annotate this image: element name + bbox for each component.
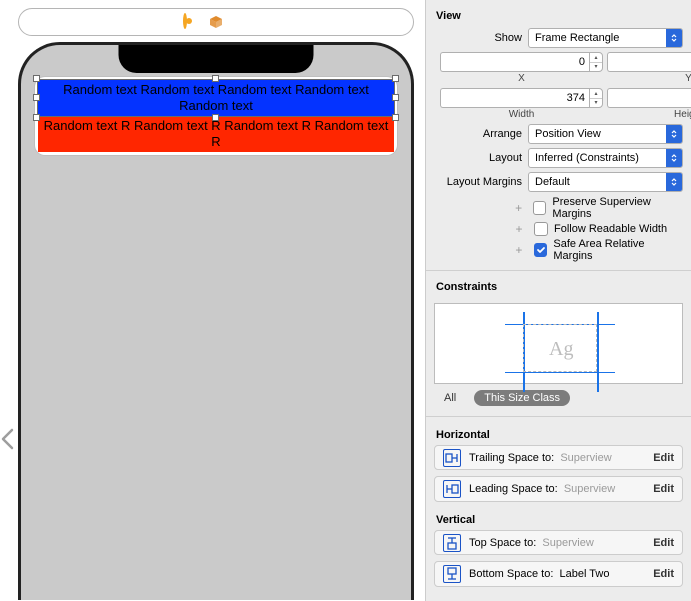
scene-title-bar[interactable] bbox=[18, 8, 414, 36]
layout-value: Inferred (Constraints) bbox=[535, 152, 639, 164]
layout-popup[interactable]: Inferred (Constraints) bbox=[528, 148, 683, 168]
margins-label: Layout Margins bbox=[434, 176, 528, 188]
width-field[interactable] bbox=[440, 88, 589, 108]
label-one[interactable]: Random text Random text Random text Rand… bbox=[38, 80, 394, 116]
margins-value: Default bbox=[535, 176, 570, 188]
constraint-target: Superview bbox=[560, 452, 611, 464]
constraint-label: Leading Space to: bbox=[469, 483, 558, 495]
add-trait-icon[interactable]: + bbox=[514, 201, 523, 215]
add-trait-icon[interactable]: + bbox=[514, 222, 524, 236]
section-constraints-title: Constraints bbox=[436, 281, 683, 293]
show-label: Show bbox=[434, 32, 528, 44]
vertical-heading: Vertical bbox=[436, 514, 683, 526]
preserve-label: Preserve Superview Margins bbox=[552, 196, 683, 220]
device-notch bbox=[119, 45, 314, 73]
preserve-checkbox[interactable] bbox=[533, 201, 546, 215]
height-sublabel: Height bbox=[674, 109, 691, 120]
constraint-target: Label Two bbox=[560, 568, 610, 580]
y-field[interactable] bbox=[607, 52, 691, 72]
section-view-title: View bbox=[436, 10, 683, 22]
constraint-label: Trailing Space to: bbox=[469, 452, 554, 464]
chevron-updown-icon bbox=[666, 173, 682, 191]
edit-button[interactable]: Edit bbox=[653, 452, 674, 464]
vc-icon bbox=[183, 15, 197, 29]
chevron-updown-icon bbox=[666, 29, 682, 47]
leading-icon bbox=[443, 480, 461, 498]
first-responder-icon bbox=[209, 15, 223, 29]
width-stepper[interactable]: ▴▾ bbox=[589, 88, 603, 108]
edit-button[interactable]: Edit bbox=[653, 568, 674, 580]
safearea-checkbox[interactable] bbox=[534, 243, 548, 257]
chevron-updown-icon bbox=[666, 125, 682, 143]
bottom-icon bbox=[443, 565, 461, 583]
seg-all[interactable]: All bbox=[434, 390, 466, 406]
label-two[interactable]: Random text R Random text R Random text … bbox=[38, 116, 394, 152]
canvas-area[interactable]: Random text Random text Random text Rand… bbox=[0, 0, 426, 601]
constraint-trailing[interactable]: Trailing Space to: Superview Edit bbox=[434, 445, 683, 471]
top-icon bbox=[443, 534, 461, 552]
arrange-popup[interactable]: Position View bbox=[528, 124, 683, 144]
width-sublabel: Width bbox=[509, 109, 535, 120]
constraint-target: Superview bbox=[564, 483, 615, 495]
constraint-label: Top Space to: bbox=[469, 537, 536, 549]
back-arrow-icon[interactable] bbox=[0, 428, 14, 450]
constraints-placeholder: Ag bbox=[549, 338, 573, 361]
y-sublabel: Y bbox=[685, 73, 691, 84]
show-value: Frame Rectangle bbox=[535, 32, 619, 44]
exit-icon bbox=[235, 15, 249, 29]
horizontal-heading: Horizontal bbox=[436, 429, 683, 441]
constraint-bottom[interactable]: Bottom Space to: Label Two Edit bbox=[434, 561, 683, 587]
x-sublabel: X bbox=[518, 73, 525, 84]
container-view[interactable]: Random text Random text Random text Rand… bbox=[35, 77, 397, 155]
readable-label: Follow Readable Width bbox=[554, 223, 667, 235]
constraint-leading[interactable]: Leading Space to: Superview Edit bbox=[434, 476, 683, 502]
show-popup[interactable]: Frame Rectangle bbox=[528, 28, 683, 48]
constraint-top[interactable]: Top Space to: Superview Edit bbox=[434, 530, 683, 556]
arrange-label: Arrange bbox=[434, 128, 528, 140]
device-frame: Random text Random text Random text Rand… bbox=[18, 42, 414, 600]
layout-label: Layout bbox=[434, 152, 528, 164]
constraint-label: Bottom Space to: bbox=[469, 568, 553, 580]
x-field[interactable] bbox=[440, 52, 589, 72]
x-stepper[interactable]: ▴▾ bbox=[589, 52, 603, 72]
edit-button[interactable]: Edit bbox=[653, 537, 674, 549]
constraint-target: Superview bbox=[542, 537, 593, 549]
safearea-label: Safe Area Relative Margins bbox=[553, 238, 683, 262]
arrange-value: Position View bbox=[535, 128, 601, 140]
chevron-updown-icon bbox=[666, 149, 682, 167]
seg-this-size-class[interactable]: This Size Class bbox=[474, 390, 570, 406]
constraints-diagram[interactable]: Ag bbox=[434, 303, 683, 384]
readable-checkbox[interactable] bbox=[534, 222, 548, 236]
size-inspector: View Show Frame Rectangle ▴▾ X bbox=[426, 0, 691, 601]
edit-button[interactable]: Edit bbox=[653, 483, 674, 495]
margins-popup[interactable]: Default bbox=[528, 172, 683, 192]
trailing-icon bbox=[443, 449, 461, 467]
add-trait-icon[interactable]: + bbox=[514, 243, 524, 257]
height-field[interactable] bbox=[607, 88, 691, 108]
